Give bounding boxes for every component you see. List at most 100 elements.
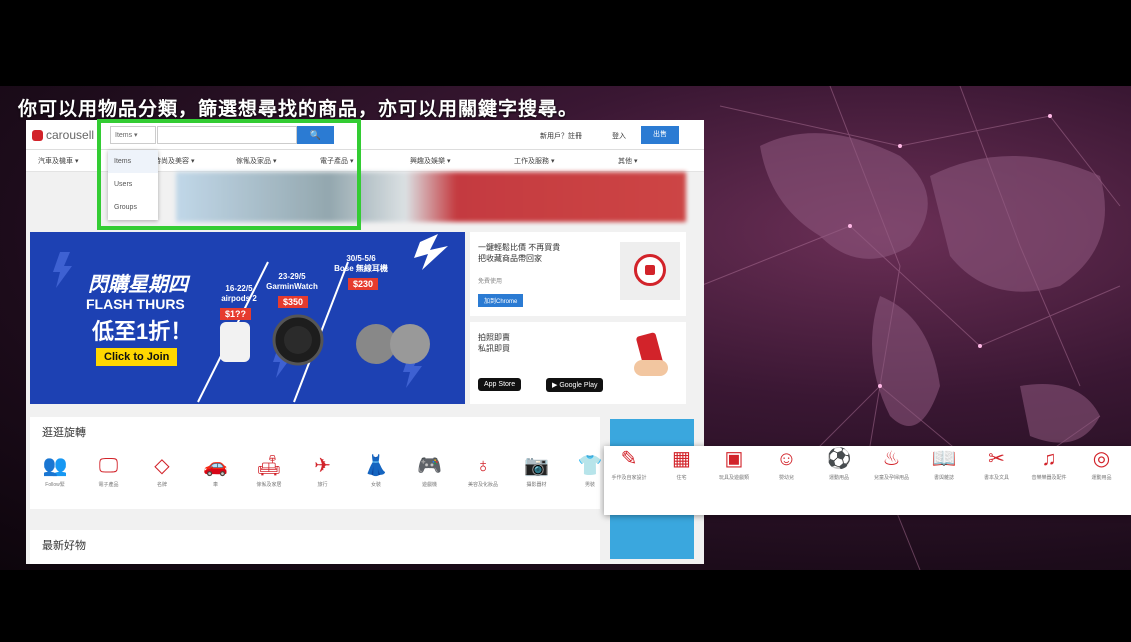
google-play-badge[interactable]: ▶ Google Play — [546, 378, 604, 392]
gamepad-icon: 🎮 — [417, 455, 442, 477]
category-jobs[interactable]: 工作及服務 ▾ — [514, 156, 554, 166]
register-link[interactable]: 新用戶？註冊 — [540, 131, 582, 141]
logo-text: carousell — [46, 128, 95, 142]
category-right-3[interactable]: ☺ 嬰幼兒 — [762, 446, 812, 482]
app-store-badge[interactable]: App Store — [478, 378, 522, 391]
sell-button[interactable]: 出售 — [641, 126, 679, 144]
handmade-icon: ✎ — [620, 448, 638, 470]
category-left-5[interactable]: ✈ 旅行 — [298, 453, 348, 489]
carousell-logo[interactable]: carousell — [32, 128, 94, 142]
app-store-label: App Store — [484, 381, 516, 388]
promo-3-price: $230 — [348, 278, 379, 290]
category-right-0[interactable]: ✎ 手作及自家設計 — [604, 446, 654, 482]
category-left-0[interactable]: 👥 Follow緊 — [30, 453, 80, 489]
toys-icon: ▣ — [724, 448, 744, 470]
category-left-7[interactable]: 🎮 遊戲機 — [405, 453, 455, 489]
app-card-title: 拍照即賣 私訊即買 — [478, 333, 510, 353]
category-right-4[interactable]: ⚽ 運動用品 — [814, 446, 864, 482]
perfume-icon: ♁ — [475, 455, 491, 477]
category-label: 手作及自家設計 — [611, 475, 647, 481]
add-to-chrome-button[interactable]: 加到Chrome — [478, 294, 524, 307]
category-right-6[interactable]: 📖 書與雜誌 — [919, 446, 969, 482]
category-label: 電子產品 — [98, 482, 119, 488]
dress-icon: 👗 — [363, 455, 389, 477]
category-hobbies[interactable]: 興趣及娛樂 ▾ — [410, 156, 450, 166]
promo-3-text: 30/5-5/6 Bose 無線耳機 — [334, 254, 388, 273]
category-left-2[interactable]: ◇ 名牌 — [137, 453, 187, 489]
category-label: 住宅 — [676, 475, 687, 481]
flash-subtitle: FLASH THURS — [86, 296, 185, 312]
category-cars[interactable]: 汽車及機車 ▾ — [38, 156, 78, 166]
category-label: 旅行 — [317, 482, 328, 488]
category-label: 攝影器材 — [526, 482, 547, 488]
chrome-extension-card[interactable]: 一鍵輕鬆比價 不再買貴 把收藏商品帶回家 免費使用 加到Chrome — [470, 232, 686, 316]
book-icon: 📖 — [931, 448, 957, 470]
login-link[interactable]: 登入 — [612, 131, 626, 141]
chrome-card-title: 一鍵輕鬆比價 不再買貴 把收藏商品帶回家 — [478, 243, 561, 263]
category-left-4[interactable]: 🛋 傢俬及家居 — [244, 453, 294, 489]
promo-1-text: 16-22/5 airpods 2 — [221, 284, 257, 303]
video-frame: 你可以用物品分類，篩選想尋找的商品，亦可以用關鍵字搜尋。 carousell I… — [0, 0, 1131, 642]
diamond-icon: ◇ — [154, 455, 170, 477]
app-download-card[interactable]: 拍照即賣 私訊即買 App Store ▶ Google Play — [470, 322, 686, 404]
category-left-8[interactable]: ♁ 美容及化妝品 — [458, 453, 508, 489]
category-left-3[interactable]: 🚗 車 — [191, 453, 241, 489]
flash-thursday-banner[interactable]: 閃購星期四 FLASH THURS 低至1折！ Click to Join 16… — [30, 232, 465, 404]
category-right-7[interactable]: ✂ 書本及文具 — [972, 446, 1022, 482]
category-label: 書與雜誌 — [933, 475, 954, 481]
category-label: 運動用品 — [828, 475, 849, 481]
category-right-9[interactable]: ◎ 運動用品 — [1077, 446, 1127, 482]
category-left-6[interactable]: 👗 女裝 — [351, 453, 401, 489]
category-label: 嬰幼兒 — [778, 475, 794, 481]
google-play-label: Google Play — [559, 382, 598, 389]
category-label: 女裝 — [370, 482, 381, 488]
category-label: Follow緊 — [45, 482, 65, 488]
category-label: 音樂樂器及配件 — [1031, 475, 1067, 481]
monitor-icon: 🖵 — [98, 455, 119, 477]
browse-section-title: 逛逛旋轉 — [42, 427, 86, 439]
category-right-5[interactable]: ♨ 兒童及孕婦用品 — [867, 446, 917, 482]
click-to-join-button[interactable]: Click to Join — [96, 348, 178, 366]
category-right-2[interactable]: ▣ 玩具及遊戲類 — [709, 446, 759, 482]
tools-icon: ✂ — [988, 448, 1005, 470]
baby-icon: ☺ — [776, 448, 797, 470]
category-label: 遊戲機 — [421, 482, 437, 488]
category-label: 美容及化妝品 — [467, 482, 498, 488]
category-icons-strip-zoomed: ✎ 手作及自家設計 ▦ 住宅 ▣ 玩具及遊戲類 ☺ 嬰幼兒 ⚽ 運動用品 ♨ 兒童及孕婦用品 📖 書與雜誌… — [604, 446, 1131, 515]
category-label: 車 — [212, 482, 218, 488]
follow-icon: 👥 — [42, 455, 68, 477]
subtitle-caption: 你可以用物品分類，篩選想尋找的商品，亦可以用關鍵字搜尋。 — [18, 99, 579, 120]
ball-icon: ◎ — [1092, 448, 1111, 470]
category-right-8[interactable]: ♫ 音樂樂器及配件 — [1024, 446, 1074, 482]
latest-section: 最新好物 — [30, 530, 600, 564]
category-left-9[interactable]: 📷 攝影器材 — [512, 453, 562, 489]
category-label: 兒童及孕婦用品 — [873, 475, 909, 481]
chrome-card-image — [620, 242, 680, 300]
building-icon: ▦ — [672, 448, 691, 470]
category-label: 名牌 — [156, 482, 167, 488]
category-label: 運動用品 — [1091, 475, 1112, 481]
category-label: 玩具及遊戲類 — [718, 475, 749, 481]
car-icon: 🚗 — [203, 455, 228, 477]
phone-hand-illustration — [630, 330, 674, 386]
category-label: 傢俬及家居 — [256, 482, 282, 488]
promo-2-text: 23-29/5 GarminWatch — [266, 272, 318, 291]
logo-mark-icon — [32, 129, 43, 141]
sofa-icon: 🛋 — [256, 455, 282, 477]
target-icon — [634, 254, 666, 286]
flash-discount: 低至1折！ — [92, 319, 193, 344]
plane-icon: ✈ — [314, 455, 331, 477]
category-others[interactable]: 其他 ▾ — [618, 156, 637, 166]
bottle-icon: ♨ — [882, 448, 901, 470]
category-left-1[interactable]: 🖵 電子產品 — [84, 453, 134, 489]
highlight-box — [97, 119, 361, 230]
promo-2-price: $350 — [278, 296, 309, 308]
category-right-1[interactable]: ▦ 住宅 — [657, 446, 707, 482]
flash-title: 閃購星期四 — [88, 274, 188, 296]
music-icon: ♫ — [1041, 448, 1057, 470]
promo-1-price: $1?? — [220, 308, 252, 320]
camera-icon: 📷 — [524, 455, 549, 477]
category-label: 書本及文具 — [983, 475, 1009, 481]
latest-section-title: 最新好物 — [42, 540, 86, 552]
chrome-card-subtitle: 免費使用 — [478, 279, 503, 285]
